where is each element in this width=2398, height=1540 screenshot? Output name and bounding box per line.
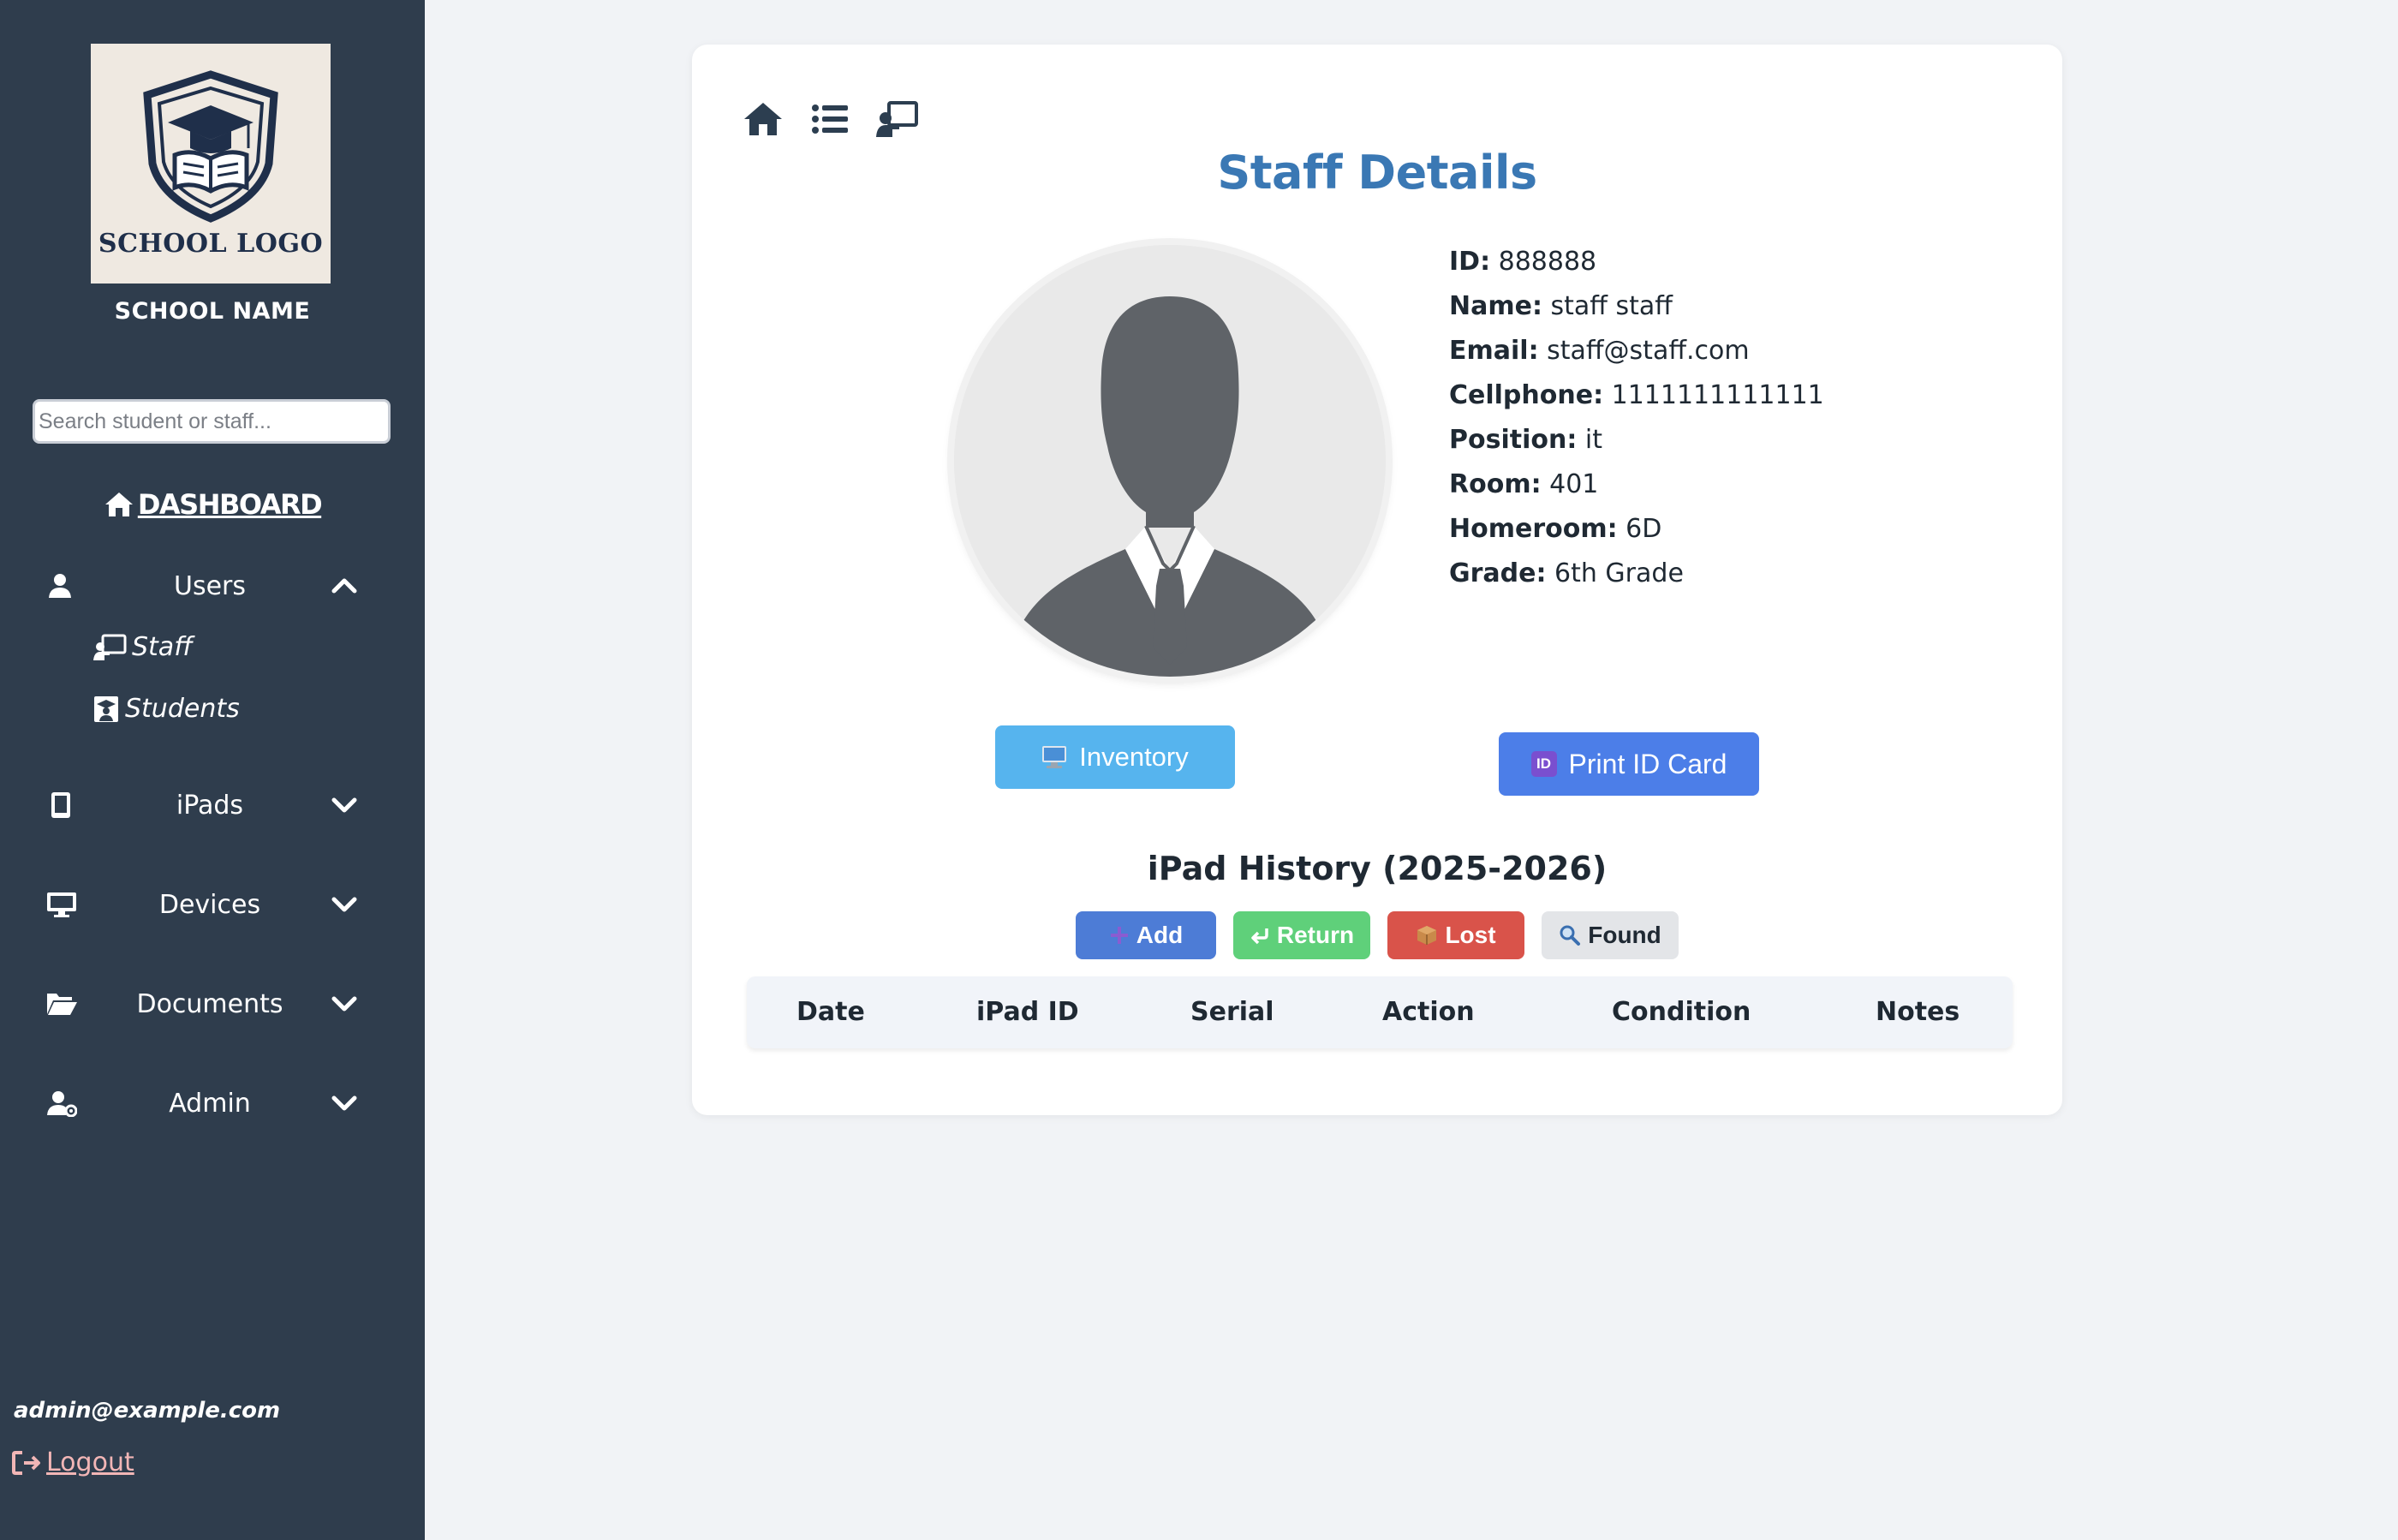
tablet-icon (51, 792, 70, 818)
staff-id: 888888 (1498, 247, 1597, 277)
plus-icon (1110, 927, 1128, 944)
card-toolbar (742, 99, 918, 139)
graduation-cap-shield-icon (143, 70, 278, 223)
staff-id-row: ID: 888888 (1449, 247, 1597, 277)
sidebar-item-staff-label: Staff (132, 632, 193, 662)
return-label: Return (1276, 922, 1355, 948)
home-icon (104, 492, 133, 516)
search-input[interactable] (33, 399, 391, 444)
staff-room: 401 (1549, 469, 1599, 499)
column-header-action[interactable]: Action (1382, 997, 1475, 1027)
sidebar-item-students[interactable]: Students (92, 694, 240, 724)
return-arrow-icon (1251, 928, 1268, 945)
computer-icon (1042, 746, 1067, 768)
page-title: Staff Details (1217, 146, 1537, 200)
sign-out-icon (12, 1450, 40, 1475)
nav-admin-label: Admin (169, 1088, 251, 1119)
student-icon (94, 695, 118, 722)
nav-ipads[interactable]: iPads (0, 779, 425, 831)
logout-link[interactable]: Logout (12, 1447, 134, 1477)
staff-email-row: Email: staff@staff.com (1449, 336, 1750, 366)
column-header-serial[interactable]: Serial (1190, 997, 1274, 1027)
staff-details-card: Staff Details ID: 888888 Name: staff sta… (692, 45, 2062, 1115)
lost-button[interactable]: Lost (1387, 911, 1524, 959)
found-button[interactable]: Found (1542, 911, 1679, 959)
add-button[interactable]: Add (1076, 911, 1216, 959)
nav-devices-label: Devices (158, 889, 261, 920)
folder-open-icon (47, 994, 77, 1015)
logout-label: Logout (46, 1447, 134, 1477)
sidebar-item-students-label: Students (125, 694, 240, 724)
print-id-label: Print ID Card (1568, 748, 1727, 779)
chevron-down-icon (331, 1095, 357, 1111)
home-icon[interactable] (742, 99, 784, 139)
chevron-down-icon (331, 797, 357, 813)
dashboard-label: DASHBOARD (137, 488, 323, 521)
list-icon[interactable] (808, 99, 851, 139)
school-logo: SCHOOL LOGO (91, 44, 331, 284)
staff-homeroom-row: Homeroom: 6D (1449, 514, 1662, 544)
found-label: Found (1588, 922, 1661, 948)
column-header-condition[interactable]: Condition (1612, 997, 1751, 1027)
person-silhouette-icon (954, 245, 1386, 677)
staff-name-row: Name: staff staff (1449, 291, 1673, 321)
chevron-up-icon (331, 578, 357, 594)
staff-homeroom: 6D (1626, 514, 1662, 544)
chevron-down-icon (331, 996, 357, 1012)
inventory-button[interactable]: Inventory (995, 725, 1235, 789)
column-header-date[interactable]: Date (796, 997, 865, 1027)
sidebar: SCHOOL LOGO SCHOOL NAME DASHBOARD Users … (0, 0, 425, 1540)
staff-cell-row: Cellphone: 1111111111111 (1449, 380, 1824, 410)
dashboard-link[interactable]: DASHBOARD (0, 488, 425, 521)
chevron-down-icon (331, 897, 357, 912)
current-user-email: admin@example.com (14, 1398, 281, 1424)
return-button[interactable]: Return (1233, 911, 1370, 959)
sidebar-item-staff[interactable]: Staff (92, 632, 193, 662)
staff-position: it (1584, 425, 1602, 455)
staff-position-row: Position: it (1449, 425, 1602, 455)
chalkboard-teacher-icon (93, 634, 127, 660)
magnifier-icon (1560, 925, 1581, 946)
id-card-icon: ID (1530, 751, 1557, 777)
nav-devices[interactable]: Devices (0, 879, 425, 930)
user-gear-icon (47, 1091, 77, 1117)
staff-grade-row: Grade: 6th Grade (1449, 558, 1684, 588)
nav-admin[interactable]: Admin (0, 1077, 425, 1129)
school-name: SCHOOL NAME (114, 298, 311, 325)
nav-users-label: Users (173, 570, 246, 601)
ipad-history-title: iPad History (2025-2026) (1147, 850, 1608, 887)
package-icon (1417, 926, 1437, 945)
monitor-icon (47, 892, 76, 917)
nav-ipads-label: iPads (176, 790, 244, 821)
nav-documents-label: Documents (136, 988, 283, 1019)
staff-info: ID: 888888 Name: staff staff Email: staf… (1449, 240, 1997, 596)
user-icon (49, 574, 71, 598)
staff-name: staff staff (1550, 291, 1673, 321)
staff-avatar (954, 245, 1386, 677)
nav-users[interactable]: Users (0, 560, 425, 612)
staff-room-row: Room: 401 (1449, 469, 1599, 499)
logo-text: SCHOOL LOGO (98, 229, 324, 259)
inventory-label: Inventory (1079, 742, 1189, 772)
column-header-notes[interactable]: Notes (1876, 997, 1960, 1027)
staff-grade: 6th Grade (1554, 558, 1684, 588)
add-label: Add (1136, 922, 1184, 948)
chalkboard-teacher-icon[interactable] (875, 99, 918, 139)
history-table-header: Date iPad ID Serial Action Condition Not… (747, 976, 2013, 1048)
lost-label: Lost (1445, 922, 1496, 948)
staff-email: staff@staff.com (1547, 336, 1750, 366)
staff-cellphone: 1111111111111 (1611, 380, 1824, 410)
column-header-ipad-id[interactable]: iPad ID (976, 997, 1079, 1027)
print-id-card-button[interactable]: ID Print ID Card (1499, 732, 1759, 796)
nav-documents[interactable]: Documents (0, 978, 425, 1030)
